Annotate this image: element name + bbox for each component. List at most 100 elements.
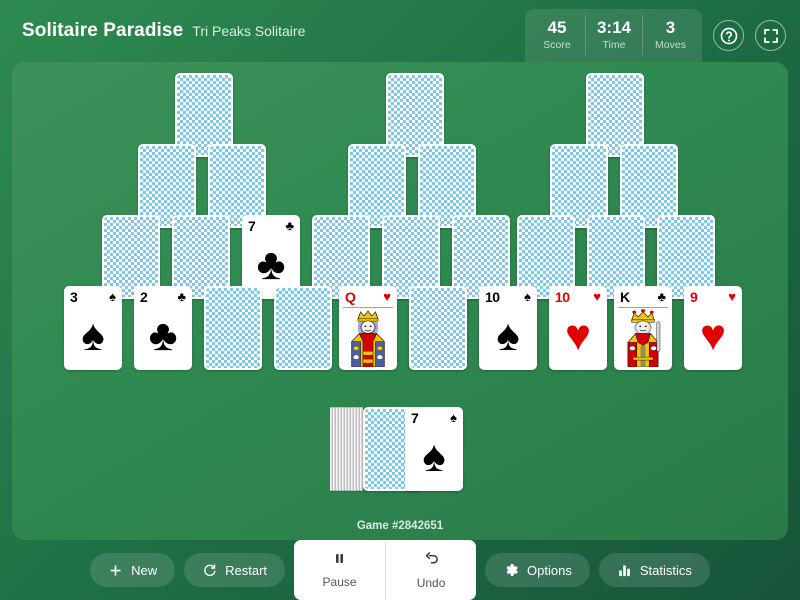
card-back-pattern xyxy=(276,288,330,368)
card-back-pattern xyxy=(350,146,404,226)
card-back-pattern xyxy=(384,217,438,297)
card-corner: Q♥ xyxy=(341,290,395,304)
tableau-card-r4-c4[interactable] xyxy=(274,286,332,370)
card-corner: 9♥ xyxy=(686,290,740,304)
bar-chart-icon xyxy=(617,563,632,578)
card-back-pattern xyxy=(659,217,713,297)
card-back-pattern xyxy=(206,288,260,368)
undo-arrow-icon xyxy=(423,550,440,572)
new-game-button[interactable]: New xyxy=(90,553,175,587)
card-center-pip: ♠ xyxy=(481,308,535,364)
moves-label: Moves xyxy=(655,39,686,51)
card-rank: 9 xyxy=(690,290,697,304)
card-center-pip: ♥ xyxy=(551,308,605,364)
card-corner: 2♣ xyxy=(136,290,190,304)
card-suit: ♠ xyxy=(450,411,457,425)
tableau-card-r4-c6[interactable] xyxy=(409,286,467,370)
card-back-pattern xyxy=(589,217,643,297)
card-suit: ♥ xyxy=(728,290,736,304)
tableau-card-r4-c2[interactable]: 2♣♣ xyxy=(134,286,192,370)
card-rank: 7 xyxy=(248,219,255,233)
stat-moves: 3 Moves xyxy=(642,15,698,55)
card-back-pattern xyxy=(454,217,508,297)
gear-icon xyxy=(503,562,519,578)
card-back-pattern xyxy=(314,217,368,297)
card-back-pattern xyxy=(210,146,264,226)
card-rank: K xyxy=(620,290,630,304)
tableau-card-r4-c7[interactable]: 10 ♠ ♠ xyxy=(479,286,537,370)
tableau-card-r4-c5[interactable]: Q♥ xyxy=(339,286,397,370)
card-suit: ♣ xyxy=(657,290,666,304)
fullscreen-button[interactable] xyxy=(755,20,786,51)
score-label: Score xyxy=(543,39,570,51)
brand: Solitaire Paradise Tri Peaks Solitaire xyxy=(22,20,305,42)
card-suit: ♠ xyxy=(524,290,531,304)
game-board: 7♣♣3♠♠2♣♣Q♥ 10♠♠10♥♥K♣ xyxy=(12,62,788,540)
card-back-pattern xyxy=(174,217,228,297)
fullscreen-icon xyxy=(762,27,780,45)
question-mark-circle-icon xyxy=(719,26,739,46)
card-corner: K♣ xyxy=(616,290,670,304)
tableau-card-r4-c1[interactable]: 3 ♠ ♠ xyxy=(64,286,122,370)
pause-label: Pause xyxy=(323,575,357,589)
card-rank: 10 xyxy=(555,290,570,304)
card-back-pattern xyxy=(104,217,158,297)
pause-button[interactable]: Pause xyxy=(294,540,385,600)
court-illustration xyxy=(343,307,393,367)
moves-value: 3 xyxy=(666,19,675,38)
restart-label: Restart xyxy=(225,563,267,578)
refresh-icon xyxy=(202,563,217,578)
waste-card[interactable]: 7♠♠ xyxy=(405,407,463,491)
time-value: 3:14 xyxy=(597,19,631,38)
card-back-pattern xyxy=(177,75,231,155)
statistics-button[interactable]: Statistics xyxy=(599,553,710,587)
game-id-label: Game #2842651 xyxy=(12,520,788,532)
card-rank: Q xyxy=(345,290,355,304)
card-suit: ♥ xyxy=(383,290,391,304)
options-label: Options xyxy=(527,563,572,578)
solitaire-app: Solitaire Paradise Tri Peaks Solitaire 4… xyxy=(0,0,800,600)
restart-button[interactable]: Restart xyxy=(184,553,285,587)
card-corner: 7♣ xyxy=(244,219,298,233)
card-rank: 10 xyxy=(485,290,500,304)
card-center-pip: ♠ xyxy=(407,429,461,485)
card-suit: ♥ xyxy=(593,290,601,304)
card-corner: 10 ♥ xyxy=(551,290,605,304)
center-controls: Pause Undo xyxy=(294,540,476,600)
help-button[interactable] xyxy=(713,20,744,51)
card-rank: 2 xyxy=(140,290,147,304)
score-value: 45 xyxy=(548,19,567,38)
card-corner: 7♠ xyxy=(407,411,461,425)
undo-button[interactable]: Undo xyxy=(385,540,476,600)
card-suit: ♣ xyxy=(285,219,294,233)
card-rank: 7 xyxy=(411,411,418,425)
card-center-pip: ♠ xyxy=(66,308,120,364)
card-back-pattern xyxy=(388,75,442,155)
pause-icon xyxy=(332,551,347,571)
tableau-card-r4-c10[interactable]: 9♥♥ xyxy=(684,286,742,370)
card-center-pip: ♥ xyxy=(686,308,740,364)
bottom-toolbar: New Restart Pause xyxy=(0,540,800,600)
options-button[interactable]: Options xyxy=(485,553,590,587)
plus-icon xyxy=(108,563,123,578)
tableau-card-r4-c9[interactable]: K♣ xyxy=(614,286,672,370)
court-illustration xyxy=(618,307,668,367)
card-back-pattern xyxy=(622,146,676,226)
card-suit: ♣ xyxy=(177,290,186,304)
stat-time: 3:14 Time xyxy=(585,15,642,55)
app-header: Solitaire Paradise Tri Peaks Solitaire 4… xyxy=(0,0,800,62)
card-back-pattern xyxy=(588,75,642,155)
card-back-pattern xyxy=(552,146,606,226)
tableau-card-r4-c8[interactable]: 10 ♥ ♥ xyxy=(549,286,607,370)
undo-label: Undo xyxy=(417,576,446,590)
card-suit: ♠ xyxy=(109,290,116,304)
statistics-label: Statistics xyxy=(640,563,692,578)
tableau-card-r4-c3[interactable] xyxy=(204,286,262,370)
card-back-pattern xyxy=(411,288,465,368)
time-label: Time xyxy=(603,39,626,51)
stats-panel: 45 Score 3:14 Time 3 Moves xyxy=(525,9,702,62)
game-mode-subtitle: Tri Peaks Solitaire xyxy=(192,23,305,39)
card-rank: 3 xyxy=(70,290,77,304)
card-back-pattern xyxy=(519,217,573,297)
tableau: 7♣♣3♠♠2♣♣Q♥ 10♠♠10♥♥K♣ xyxy=(12,62,788,540)
